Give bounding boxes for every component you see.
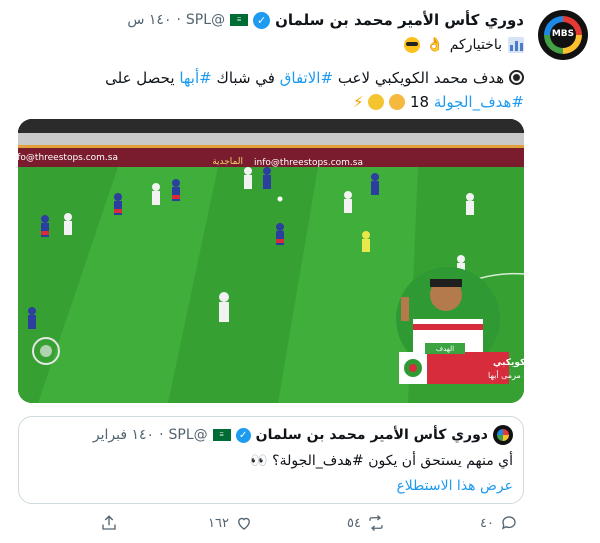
tweet-header: دوري كأس الأمير محمد بن سلمان ✓ ☰ @SPL ·… [127, 11, 524, 29]
like-button[interactable]: ١٦٢ [208, 514, 253, 532]
body-prefix: هدف محمد الكويكبي لاعب [337, 69, 505, 87]
quoted-time: ١٤٠ فبراير [92, 427, 155, 443]
tweet-actions: ١٦٢ ٥٤ ٤٠ [0, 510, 600, 538]
share-icon [102, 515, 116, 530]
ok-hand-emoji-icon: 👌 [426, 37, 444, 53]
author-handle[interactable]: @SPL [186, 12, 225, 28]
reply-icon [501, 516, 516, 530]
author-name[interactable]: دوري كأس الأمير محمد بن سلمان [275, 11, 524, 29]
bar-chart-emoji-icon [508, 37, 524, 53]
body-suffix: يحصل على [105, 69, 175, 87]
board-url-left: info@threestops.com.sa [18, 153, 118, 163]
quoted-tweet-text: أي منهم يستحق أن يكون #هدف_الجولة؟ 👀 [250, 453, 513, 469]
saudi-flag-icon: ☰ [212, 429, 231, 441]
quoted-author-name: دوري كأس الأمير محمد بن سلمان [255, 427, 488, 443]
author-avatar[interactable]: MBS [538, 10, 588, 60]
reply-count: ٤٠ [480, 515, 494, 531]
video-thumbnail[interactable]: info@threestops.com.sa info@threestops.c… [18, 119, 524, 403]
sunglasses-emoji-icon [404, 37, 421, 53]
retweet-icon [369, 515, 383, 531]
body-mid: في شباك [216, 69, 275, 87]
hashtag-goal-round[interactable]: #هدف_الجولة [434, 93, 524, 111]
board-brand: الماجدية [212, 157, 243, 167]
show-poll-link[interactable]: عرض هذا الاستطلاع [396, 478, 513, 494]
saudi-flag-icon: ☰ [230, 14, 249, 26]
like-count: ١٦٢ [208, 515, 229, 531]
tweet-first-line: باختياركم 👌 [404, 34, 524, 56]
board-url-right: info@threestops.com.sa [254, 158, 363, 168]
avatar-text: MBS [551, 29, 575, 39]
lightning-emoji-icon: ⚡ [353, 93, 364, 111]
heart-icon [238, 517, 250, 530]
tweet-time[interactable]: ١٤٠ س [127, 12, 171, 28]
match-ball [277, 196, 283, 202]
goal-number: 18 [409, 93, 430, 111]
quoted-tweet[interactable]: دوري كأس الأمير محمد بن سلمان ✓ ☰ @SPL ·… [18, 416, 524, 504]
quoted-handle: @SPL [168, 427, 208, 443]
lower-third-sub: في مرمى أبها [488, 370, 524, 380]
hashtag-ettifaq[interactable]: #الاتفاق [280, 69, 333, 87]
star-struck-emoji-icon [368, 94, 385, 110]
tweet-text: هدف محمد الكويكبي لاعب #الاتفاق في شباك … [14, 66, 524, 114]
line1-text: باختياركم [449, 37, 502, 53]
soccer-ball-emoji-icon [509, 70, 524, 85]
retweet-count: ٥٤ [347, 515, 361, 531]
clapping-emoji-icon [389, 94, 406, 110]
hashtag-abha[interactable]: #أبها [179, 69, 211, 87]
tweet: MBS دوري كأس الأمير محمد بن سلمان ✓ ☰ @S… [0, 0, 600, 543]
share-button[interactable] [100, 514, 118, 532]
quoted-author-avatar [493, 425, 513, 445]
lower-third-badge: الهدف [436, 345, 454, 353]
retweet-button[interactable]: ٥٤ [347, 514, 385, 532]
verified-badge-icon: ✓ [235, 427, 251, 443]
reply-button[interactable]: ٤٠ [480, 514, 518, 532]
lower-third-name: محمد الكويكبي [493, 358, 524, 368]
verified-badge-icon: ✓ [253, 11, 271, 29]
quoted-tweet-header: دوري كأس الأمير محمد بن سلمان ✓ ☰ @SPL ·… [93, 425, 513, 445]
